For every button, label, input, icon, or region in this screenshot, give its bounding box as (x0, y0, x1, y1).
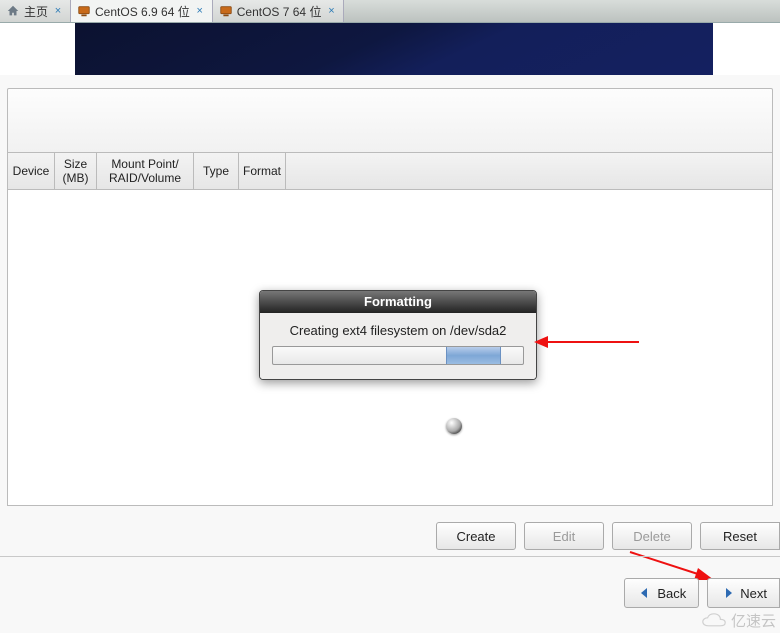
watermark: 亿速云 (701, 610, 776, 631)
wizard-nav-row: Back Next (624, 578, 780, 610)
partition-action-row: Create Edit Delete Reset (7, 522, 780, 552)
close-icon[interactable]: × (52, 5, 64, 17)
vm-icon (219, 4, 233, 18)
watermark-text: 亿速云 (731, 610, 776, 631)
col-device[interactable]: Device (8, 153, 55, 189)
arrow-right-icon (720, 585, 736, 601)
dialog-body: Creating ext4 filesystem on /dev/sda2 (260, 313, 536, 379)
reset-button[interactable]: Reset (700, 522, 780, 550)
col-size[interactable]: Size(MB) (55, 153, 97, 189)
tab-label: CentOS 6.9 64 位 (95, 3, 190, 20)
vm-tab-bar: 主页 × CentOS 6.9 64 位 × CentOS 7 64 位 × (0, 0, 780, 23)
col-mountpoint[interactable]: Mount Point/RAID/Volume (97, 153, 194, 189)
back-button[interactable]: Back (624, 578, 699, 608)
dialog-title: Formatting (260, 291, 536, 313)
partition-table-header: Device Size(MB) Mount Point/RAID/Volume … (7, 153, 773, 190)
col-format[interactable]: Format (239, 153, 286, 189)
installer-banner (75, 23, 713, 75)
disk-layout-graphic (7, 88, 773, 153)
next-label: Next (740, 586, 767, 601)
tab-centos69[interactable]: CentOS 6.9 64 位 × (71, 0, 213, 22)
dialog-message: Creating ext4 filesystem on /dev/sda2 (272, 323, 524, 338)
delete-button[interactable]: Delete (612, 522, 692, 550)
vm-icon (77, 4, 91, 18)
tab-centos7[interactable]: CentOS 7 64 位 × (213, 0, 345, 22)
tab-label: 主页 (24, 3, 48, 20)
create-button[interactable]: Create (436, 522, 516, 550)
installer-banner-row (0, 23, 780, 75)
close-icon[interactable]: × (325, 5, 337, 17)
col-type[interactable]: Type (194, 153, 239, 189)
next-button[interactable]: Next (707, 578, 780, 608)
progress-bar (272, 346, 524, 365)
tab-label: CentOS 7 64 位 (237, 3, 322, 20)
edit-button[interactable]: Edit (524, 522, 604, 550)
back-label: Back (657, 586, 686, 601)
arrow-left-icon (637, 585, 653, 601)
partition-table-body: Formatting Creating ext4 filesystem on /… (7, 190, 773, 506)
formatting-dialog: Formatting Creating ext4 filesystem on /… (259, 290, 537, 380)
tab-home[interactable]: 主页 × (0, 0, 71, 22)
progress-chunk (446, 347, 501, 364)
cloud-icon (701, 613, 727, 629)
close-icon[interactable]: × (194, 5, 206, 17)
home-icon (6, 4, 20, 18)
busy-indicator-icon (446, 418, 462, 434)
separator (0, 556, 780, 557)
